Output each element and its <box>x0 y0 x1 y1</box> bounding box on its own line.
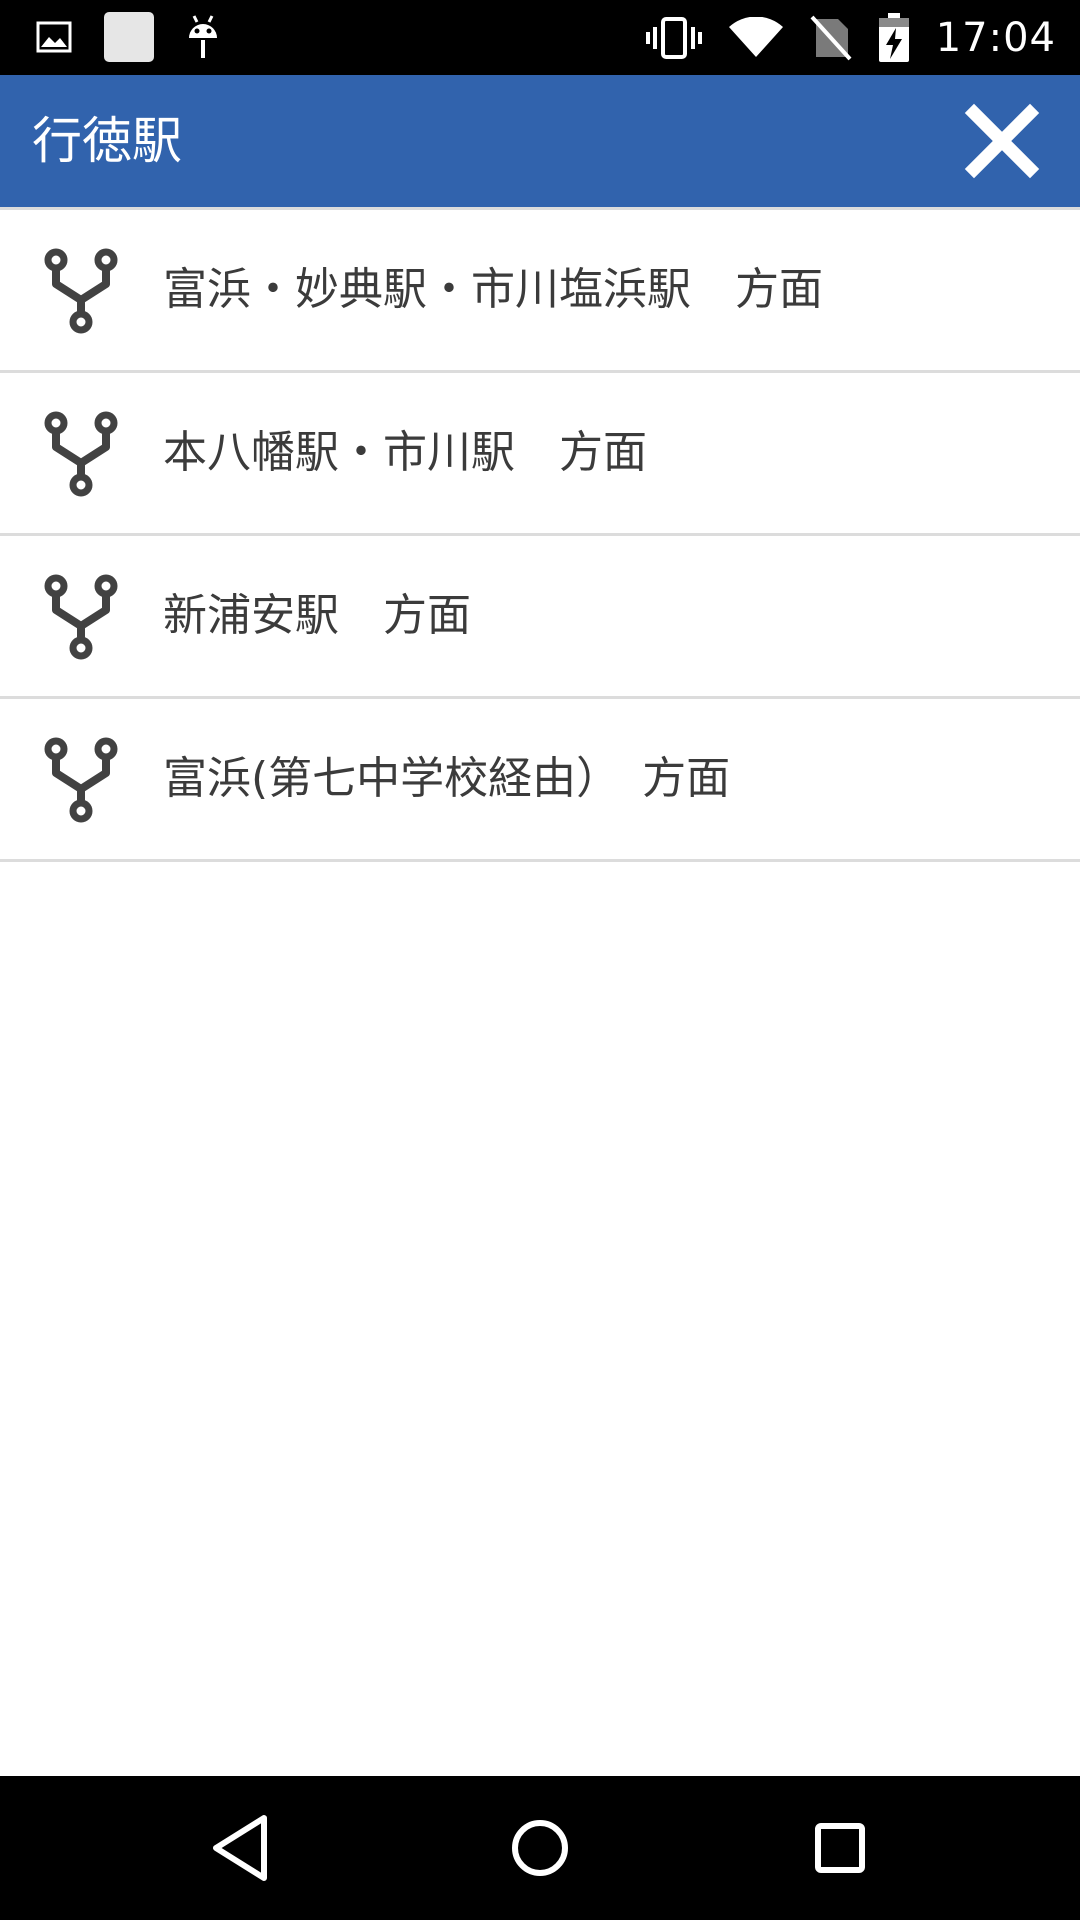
route-branch-icon <box>44 411 118 497</box>
route-item[interactable]: 富浜・妙典駅・市川塩浜駅 方面 <box>0 207 1080 370</box>
status-time: 17:04 <box>935 14 1056 61</box>
route-branch-icon <box>44 574 118 660</box>
route-branch-icon <box>44 248 118 334</box>
battery-charging-icon <box>878 12 909 62</box>
status-bar: 17:04 <box>0 0 1080 75</box>
image-notification-icon <box>36 21 72 53</box>
navigation-bar <box>0 1776 1080 1920</box>
route-label: 新浦安駅 方面 <box>163 590 471 641</box>
route-branch-icon <box>44 737 118 823</box>
wifi-icon <box>728 16 783 57</box>
back-icon[interactable] <box>206 1812 278 1884</box>
notification-icons <box>36 11 220 63</box>
home-icon[interactable] <box>504 1812 576 1884</box>
route-label: 本八幡駅・市川駅 方面 <box>163 427 647 478</box>
app-bar: 行徳駅 <box>0 75 1080 207</box>
route-label: 富浜(第七中学校経由） 方面 <box>163 753 731 804</box>
route-item[interactable]: 本八幡駅・市川駅 方面 <box>0 370 1080 533</box>
close-icon[interactable] <box>964 103 1040 179</box>
android-notification-icon <box>189 15 217 58</box>
page-title: 行徳駅 <box>32 112 182 170</box>
system-status: 17:04 <box>645 0 1056 75</box>
route-item[interactable]: 新浦安駅 方面 <box>0 533 1080 696</box>
route-label: 富浜・妙典駅・市川塩浜駅 方面 <box>163 264 823 315</box>
vibrate-icon <box>645 16 702 59</box>
recents-icon[interactable] <box>804 1812 876 1884</box>
no-sim-icon <box>810 15 852 60</box>
route-item[interactable]: 富浜(第七中学校経由） 方面 <box>0 696 1080 862</box>
blank-notification-icon <box>104 12 154 62</box>
screen: 17:04 行徳駅 富浜・妙典駅・市川塩浜駅 方面 本八幡駅・市川駅 方面 新浦… <box>0 0 1080 1920</box>
route-direction-list: 富浜・妙典駅・市川塩浜駅 方面 本八幡駅・市川駅 方面 新浦安駅 方面 富浜(第… <box>0 207 1080 862</box>
